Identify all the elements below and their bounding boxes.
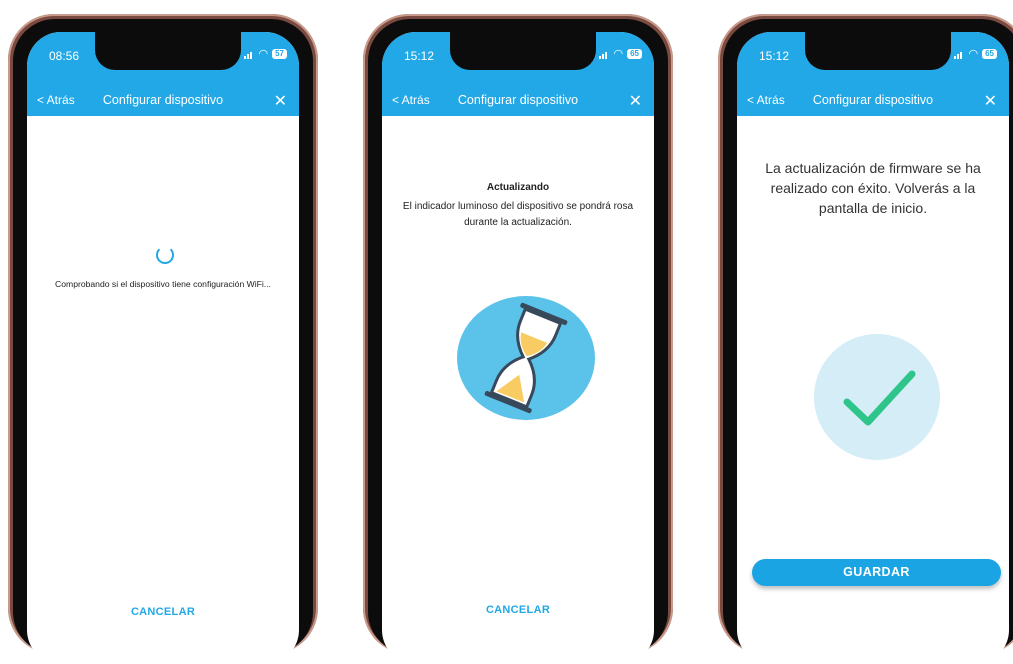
status-icons: ◠ 65 — [954, 48, 997, 60]
status-bar: 15:12 ◠ 65 — [382, 32, 654, 88]
nav-bar: < Atrás Configurar dispositivo ✕ — [382, 88, 654, 116]
phone-updating: 15:12 ◠ 65 < Atrás Configurar dispositiv… — [363, 14, 673, 664]
wifi-icon: ◠ — [258, 48, 269, 60]
success-message: La actualización de firmware se ha reali… — [765, 160, 981, 216]
phone-screen: 15:12 ◠ 65 < Atrás Configurar dispositiv… — [737, 32, 1009, 664]
updating-title: Actualizando — [486, 182, 550, 193]
status-time: 08:56 — [49, 49, 80, 63]
checkmark-icon — [814, 334, 940, 460]
status-icons: ◠ 57 — [244, 48, 287, 60]
checking-message: Comprobando si el dispositivo tiene conf… — [55, 279, 271, 289]
phone-bezel: 08:56 ◠ 57 < Atrás Configurar dispositiv… — [13, 19, 313, 664]
notch — [450, 32, 596, 70]
save-button[interactable]: GUARDAR — [752, 559, 1001, 586]
close-icon[interactable]: ✕ — [629, 91, 642, 111]
signal-icon — [954, 50, 964, 59]
phone-screen: 08:56 ◠ 57 < Atrás Configurar dispositiv… — [27, 32, 299, 664]
status-icons: ◠ 65 — [599, 48, 642, 60]
status-bar: 15:12 ◠ 65 — [737, 32, 1009, 88]
nav-title: Configurar dispositivo — [812, 93, 934, 107]
close-icon[interactable]: ✕ — [984, 91, 997, 111]
phone-checking-wifi: 08:56 ◠ 57 < Atrás Configurar dispositiv… — [8, 14, 318, 664]
phone-bezel: 15:12 ◠ 65 < Atrás Configurar dispositiv… — [368, 19, 668, 664]
phone-screen: 15:12 ◠ 65 < Atrás Configurar dispositiv… — [382, 32, 654, 664]
loading-spinner-icon — [156, 246, 174, 264]
nav-bar: < Atrás Configurar dispositivo ✕ — [27, 88, 299, 116]
battery-icon: 65 — [982, 49, 997, 59]
status-time: 15:12 — [404, 49, 435, 63]
updating-description: El indicador luminoso del dispositivo se… — [402, 201, 634, 228]
nav-bar: < Atrás Configurar dispositivo ✕ — [737, 88, 1009, 116]
nav-title: Configurar dispositivo — [102, 93, 224, 107]
wifi-icon: ◠ — [613, 48, 624, 60]
cancel-button[interactable]: CANCELAR — [27, 606, 299, 618]
notch — [95, 32, 241, 70]
hourglass-icon — [457, 296, 595, 420]
screen-content: Comprobando si el dispositivo tiene conf… — [27, 116, 299, 664]
signal-icon — [244, 50, 254, 59]
battery-icon: 65 — [627, 49, 642, 59]
phone-bezel: 15:12 ◠ 65 < Atrás Configurar dispositiv… — [723, 19, 1013, 664]
close-icon[interactable]: ✕ — [274, 91, 287, 111]
battery-icon: 57 — [272, 49, 287, 59]
cancel-button[interactable]: CANCELAR — [382, 604, 654, 616]
signal-icon — [599, 50, 609, 59]
notch — [805, 32, 951, 70]
status-bar: 08:56 ◠ 57 — [27, 32, 299, 88]
nav-title: Configurar dispositivo — [457, 93, 579, 107]
wifi-icon: ◠ — [968, 48, 979, 60]
screen-content: Actualizando El indicador luminoso del d… — [382, 116, 654, 664]
screen-content: La actualización de firmware se ha reali… — [737, 116, 1009, 664]
phone-update-success: 15:12 ◠ 65 < Atrás Configurar dispositiv… — [718, 14, 1013, 664]
status-time: 15:12 — [759, 49, 790, 63]
